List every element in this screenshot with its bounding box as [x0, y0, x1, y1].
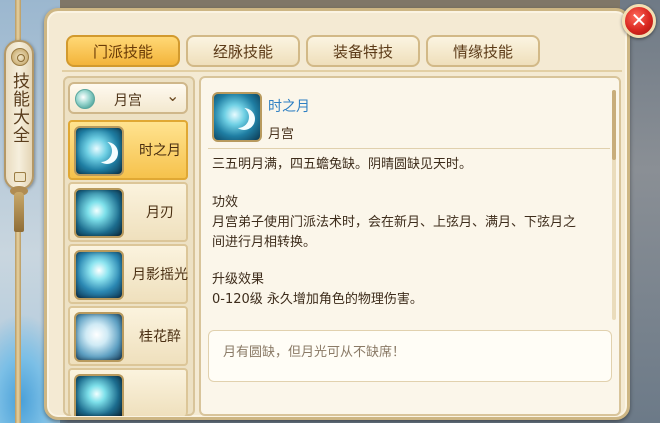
- skill-item-partial[interactable]: [68, 368, 188, 416]
- tab-equipment-specials[interactable]: 装备特技: [306, 35, 420, 67]
- skill-item-label: 桂花醉: [139, 329, 181, 345]
- skill-item-moon-shadow[interactable]: 月影摇光: [68, 244, 188, 304]
- tabs-divider: [62, 70, 622, 72]
- skill-item-label: 月影摇光: [132, 267, 188, 283]
- tassel-icon: [14, 192, 24, 232]
- skill-detail-name: 时之月: [268, 99, 310, 115]
- skill-item-time-moon[interactable]: 时之月: [68, 120, 188, 180]
- effect-title: 功效: [212, 195, 239, 210]
- tab-school-skills[interactable]: 门派技能: [66, 35, 180, 67]
- osmanthus-skill-icon: [74, 312, 124, 362]
- upgrade-title: 升级效果: [212, 272, 265, 287]
- school-dropdown[interactable]: 月宫 ⌄: [68, 82, 188, 114]
- effect-text-line1: 月宫弟子使用门派法术时，会在新月、上弦月、满月、下弦月之: [212, 215, 577, 230]
- skill-item-label: 月刃: [146, 205, 174, 221]
- skill-item-moon-blade[interactable]: 月刃: [68, 182, 188, 242]
- moon-time-skill-icon: [74, 126, 124, 176]
- scroll-ornament-icon: [11, 48, 29, 66]
- effect-text-line2: 间进行月相转换。: [212, 235, 317, 250]
- close-button[interactable]: ✕: [622, 4, 656, 38]
- scrollbar-thumb[interactable]: [612, 90, 616, 160]
- flavor-text-box: 月有圆缺，但月光可从不缺席！: [208, 330, 612, 382]
- skill-poem: 三五明月满，四五蟾兔缺。阴晴圆缺见天时。: [212, 157, 473, 172]
- upgrade-text: 0-120级 永久增加角色的物理伤害。: [212, 292, 423, 307]
- moon-palace-emblem-icon: [75, 89, 95, 109]
- skill-item-label: 时之月: [139, 143, 181, 159]
- close-icon: ✕: [630, 8, 648, 32]
- skill-detail-school: 月宫: [268, 127, 295, 142]
- tab-bond-skills[interactable]: 情缘技能: [426, 35, 540, 67]
- scroll-bottom-ornament-icon: [14, 172, 26, 182]
- skills-encyclopedia-tab[interactable]: 技能大全: [4, 40, 34, 190]
- chevron-down-icon: ⌄: [166, 86, 180, 105]
- tab-meridian-skills[interactable]: 经脉技能: [186, 35, 300, 67]
- side-tab-title: 技能大全: [9, 72, 29, 144]
- detail-scrollbar[interactable]: [612, 90, 616, 320]
- moon-shadow-skill-icon: [74, 250, 124, 300]
- detail-divider: [208, 148, 610, 149]
- next-skill-icon: [74, 374, 124, 416]
- flavor-text: 月有圆缺，但月光可从不缺席！: [223, 345, 406, 360]
- selected-skill-icon: [212, 92, 262, 142]
- school-dropdown-value: 月宫: [114, 93, 142, 109]
- moon-blade-skill-icon: [74, 188, 124, 238]
- skill-item-osmanthus[interactable]: 桂花醉: [68, 306, 188, 366]
